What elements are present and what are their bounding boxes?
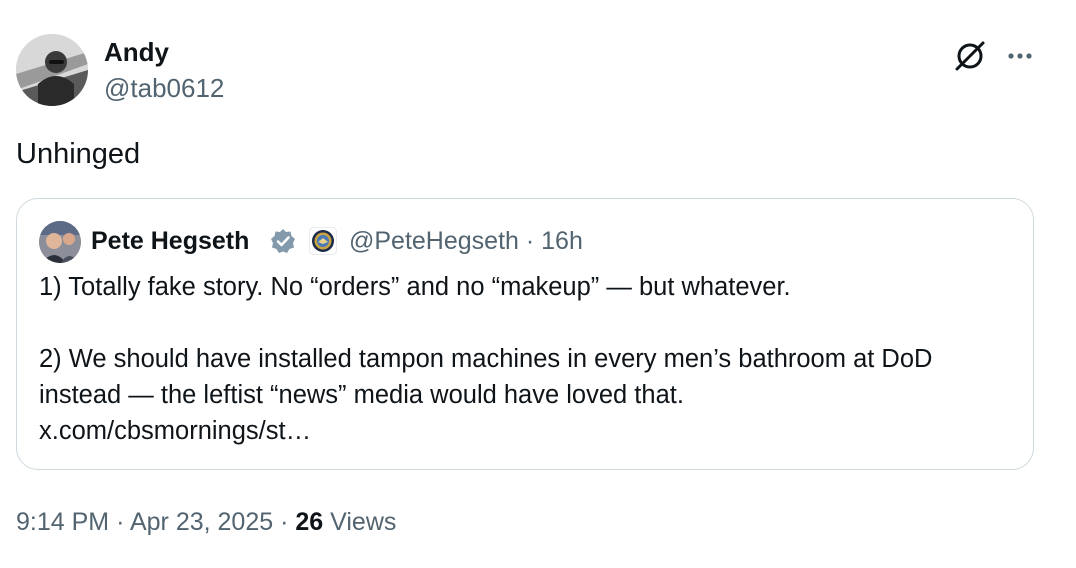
timestamp-separator: ·	[280, 508, 289, 536]
quoted-tweet-meta: @PeteHegseth · 16h	[349, 225, 583, 257]
quoted-author-avatar-photo	[39, 221, 81, 263]
verified-badge-icon[interactable]	[269, 227, 297, 255]
tweet-date[interactable]: Apr 23, 2025	[130, 508, 273, 536]
more-horizontal-icon[interactable]	[1002, 38, 1038, 74]
quoted-author-display-name[interactable]: Pete Hegseth	[91, 225, 249, 257]
tweet-text: Unhinged	[16, 138, 141, 170]
author-avatar[interactable]	[16, 34, 88, 106]
quoted-author-avatar[interactable]	[39, 221, 81, 263]
views-label[interactable]: Views	[330, 508, 396, 536]
quoted-tweet-card[interactable]: Pete Hegseth @PeteHegseth · 16h 1) Total…	[16, 198, 1034, 470]
quoted-tweet-paragraph-2: 2) We should have installed tampon machi…	[39, 345, 933, 409]
quoted-tweet-age[interactable]: 16h	[541, 227, 583, 255]
grok-icon[interactable]	[952, 38, 988, 74]
quoted-tweet-link[interactable]: x.com/cbsmornings/st…	[39, 413, 1014, 449]
tweet-time[interactable]: 9:14 PM	[16, 508, 109, 536]
author-avatar-photo	[16, 34, 88, 106]
quoted-author-handle[interactable]: @PeteHegseth	[349, 227, 519, 255]
author-display-name[interactable]: Andy	[104, 36, 169, 68]
quoted-tweet-body: 1) Totally fake story. No “orders” and n…	[39, 269, 1014, 449]
meta-separator: ·	[525, 227, 535, 255]
tweet-timestamp-row: 9:14 PM · Apr 23, 2025 · 26 Views	[16, 504, 396, 540]
tweet-detail: Andy @tab0612 Unhinged Pete Hegseth @Pet…	[0, 0, 1076, 568]
author-handle[interactable]: @tab0612	[104, 72, 224, 104]
quoted-tweet-paragraph-1: 1) Totally fake story. No “orders” and n…	[39, 273, 791, 301]
timestamp-separator: ·	[116, 508, 125, 536]
dod-seal-icon[interactable]	[309, 227, 337, 255]
views-count[interactable]: 26	[295, 508, 323, 536]
